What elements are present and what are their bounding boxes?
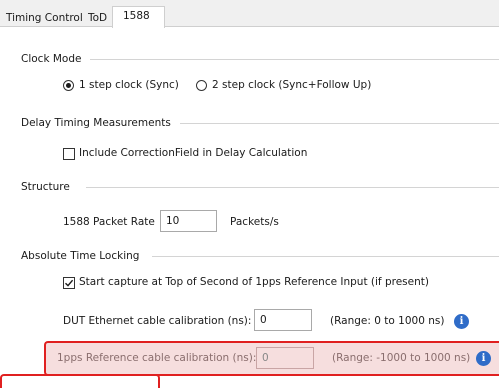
tab-bar: Timing Control ToD 1588	[0, 0, 499, 28]
radio-1-step-clock[interactable]	[63, 80, 74, 91]
highlight-box-bottom	[0, 374, 160, 388]
settings-panel: Clock Mode 1 step clock (Sync) 2 step cl…	[0, 27, 499, 385]
pps-calibration-label: 1pps Reference cable calibration (ns):	[57, 352, 257, 364]
tab-timing-control[interactable]: Timing Control	[2, 10, 87, 27]
clock-mode-divider	[90, 59, 499, 60]
tab-1588[interactable]: 1588	[112, 6, 165, 28]
start-capture-checkbox[interactable]	[63, 277, 75, 289]
pps-calibration-range: (Range: -1000 to 1000 ns)	[332, 352, 471, 364]
dut-calibration-range: (Range: 0 to 1000 ns)	[330, 315, 445, 327]
absolute-time-divider	[152, 256, 499, 257]
packet-rate-unit: Packets/s	[230, 216, 279, 228]
start-capture-label[interactable]: Start capture at Top of Second of 1pps R…	[79, 274, 429, 290]
delay-timing-title: Delay Timing Measurements	[21, 116, 177, 130]
radio-2-step-clock[interactable]	[196, 80, 207, 91]
correction-field-label[interactable]: Include CorrectionField in Delay Calcula…	[79, 145, 307, 161]
radio-1-step-clock-label[interactable]: 1 step clock (Sync)	[79, 77, 179, 93]
info-icon[interactable]: i	[454, 314, 469, 329]
pps-calibration-highlight: 1pps Reference cable calibration (ns): 0…	[44, 341, 499, 376]
clock-mode-title: Clock Mode	[21, 52, 88, 66]
absolute-time-title: Absolute Time Locking	[21, 249, 146, 263]
dut-calibration-label: DUT Ethernet cable calibration (ns):	[63, 315, 252, 327]
info-icon[interactable]: i	[476, 351, 491, 366]
tab-tod[interactable]: ToD	[84, 10, 111, 27]
delay-timing-divider	[180, 123, 499, 124]
radio-2-step-clock-label[interactable]: 2 step clock (Sync+Follow Up)	[212, 77, 371, 93]
correction-field-checkbox[interactable]	[63, 148, 75, 160]
packet-rate-input[interactable]: 10	[160, 210, 217, 232]
packet-rate-label: 1588 Packet Rate	[63, 216, 155, 228]
checkmark-icon	[65, 279, 74, 287]
pps-calibration-input[interactable]: 0	[256, 347, 314, 369]
dut-calibration-input[interactable]: 0	[254, 309, 312, 331]
radio-selected-dot	[66, 83, 71, 88]
structure-title: Structure	[21, 180, 76, 194]
structure-divider	[86, 187, 499, 188]
